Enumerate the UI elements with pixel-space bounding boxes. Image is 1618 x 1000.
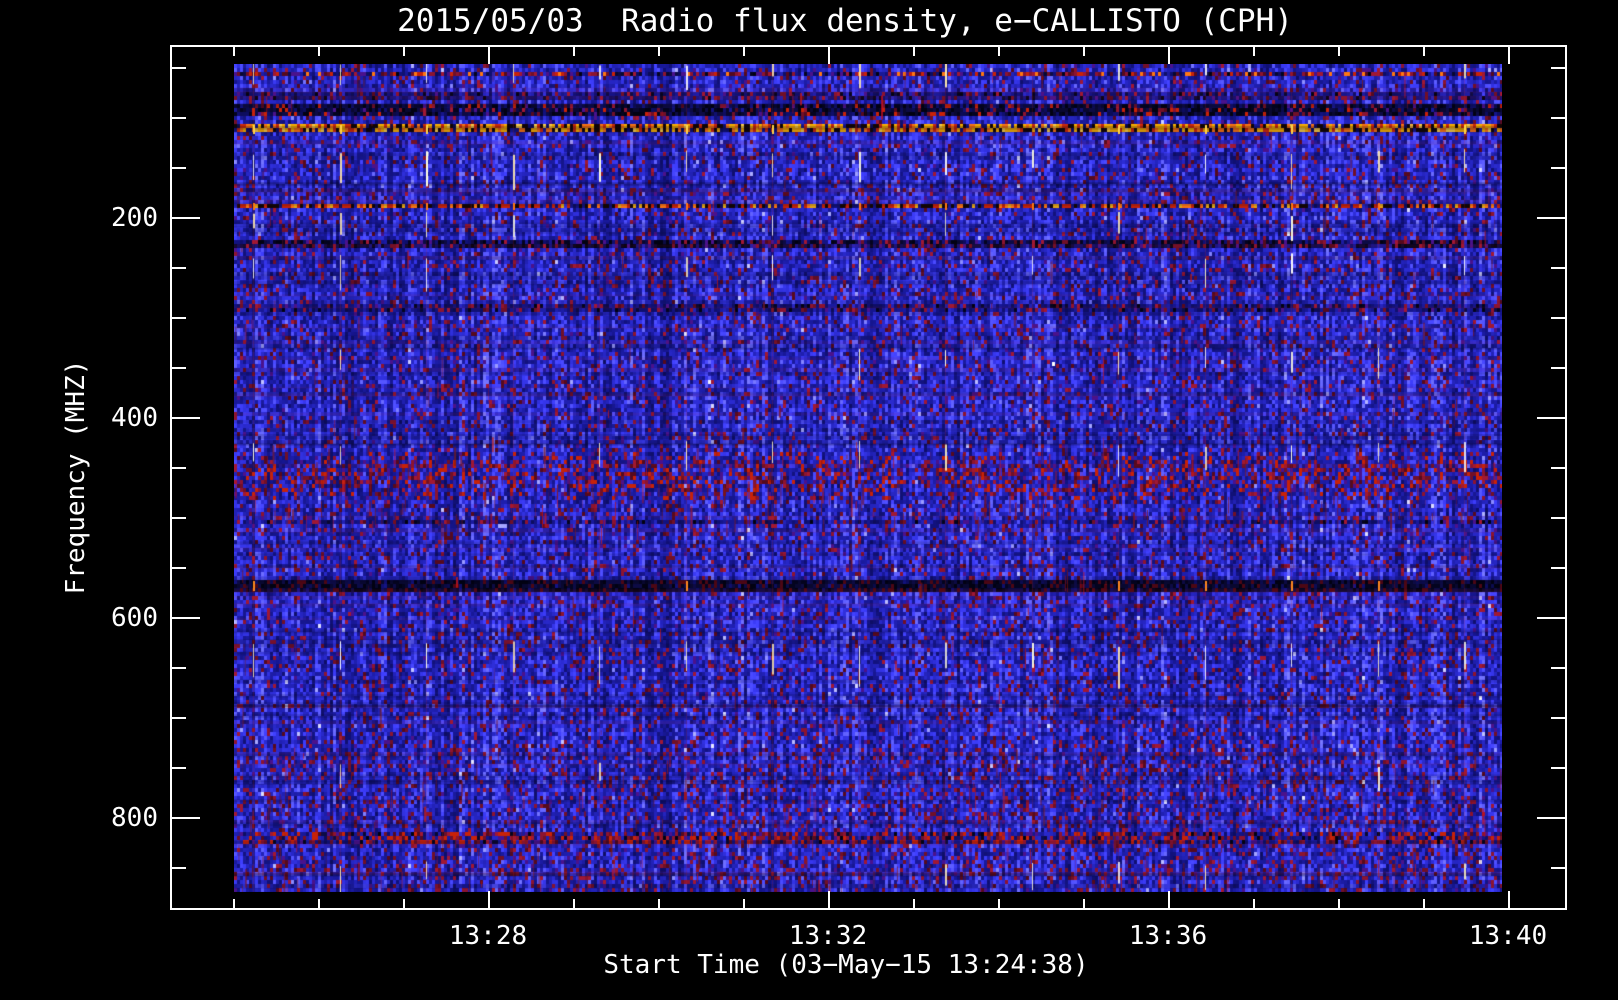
axis-tick — [1168, 47, 1170, 64]
axis-tick — [913, 899, 915, 908]
x-tick-label-1336: 13:36 — [1128, 921, 1208, 951]
axis-tick — [1551, 667, 1565, 669]
axis-tick — [172, 617, 200, 619]
axis-tick — [172, 167, 186, 169]
axis-tick — [403, 47, 405, 56]
axis-tick — [1551, 317, 1565, 319]
axis-tick — [1551, 367, 1565, 369]
axis-tick — [172, 567, 186, 569]
axis-tick — [318, 47, 320, 56]
axis-tick — [1551, 267, 1565, 269]
axis-tick — [488, 47, 490, 64]
axis-tick — [743, 899, 745, 908]
chart-title: 2015/05/03 Radio flux density, e−CALLIST… — [397, 3, 1293, 39]
axis-tick — [172, 667, 186, 669]
axis-tick — [1508, 47, 1510, 64]
axis-tick — [172, 517, 186, 519]
axis-tick — [1338, 899, 1340, 908]
axis-tick — [172, 67, 186, 69]
axis-tick — [1537, 417, 1565, 419]
axis-tick — [1338, 47, 1340, 56]
axis-tick — [1551, 467, 1565, 469]
axis-tick — [172, 317, 186, 319]
axis-tick — [488, 891, 490, 908]
axis-tick — [1423, 47, 1425, 56]
axis-tick — [172, 817, 200, 819]
axis-tick — [1551, 117, 1565, 119]
axis-tick — [1537, 617, 1565, 619]
axis-tick — [172, 467, 186, 469]
axis-tick — [1253, 47, 1255, 56]
spectrogram-page: 2015/05/03 Radio flux density, e−CALLIST… — [0, 0, 1618, 1000]
y-tick-label-200: 200 — [111, 203, 158, 233]
axis-tick — [1253, 899, 1255, 908]
axis-tick — [1551, 517, 1565, 519]
x-tick-label-1340: 13:40 — [1468, 921, 1548, 951]
axis-tick — [1083, 899, 1085, 908]
x-tick-label-1332: 13:32 — [788, 921, 868, 951]
axis-tick — [172, 867, 186, 869]
axis-tick — [1551, 767, 1565, 769]
axis-tick — [998, 47, 1000, 56]
y-tick-label-600: 600 — [111, 603, 158, 633]
axis-tick — [828, 47, 830, 64]
axis-tick — [172, 717, 186, 719]
axis-tick — [172, 367, 186, 369]
axis-tick — [1508, 891, 1510, 908]
axis-tick — [233, 47, 235, 56]
axis-tick — [172, 117, 186, 119]
axis-tick — [233, 899, 235, 908]
axis-tick — [403, 899, 405, 908]
axis-tick — [1551, 67, 1565, 69]
axis-tick — [1537, 817, 1565, 819]
axis-tick — [1551, 867, 1565, 869]
axis-tick — [1537, 217, 1565, 219]
plot-frame — [170, 45, 1567, 910]
axis-tick — [318, 899, 320, 908]
axis-tick — [1551, 567, 1565, 569]
axis-tick — [1083, 47, 1085, 56]
axis-tick — [1423, 899, 1425, 908]
axis-tick — [658, 899, 660, 908]
axis-tick — [573, 47, 575, 56]
axis-tick — [172, 767, 186, 769]
axis-tick — [1551, 167, 1565, 169]
x-axis-label: Start Time (03−May−15 13:24:38) — [603, 950, 1089, 980]
axis-tick — [913, 47, 915, 56]
axis-tick — [172, 267, 186, 269]
axis-tick — [1551, 717, 1565, 719]
y-tick-label-800: 800 — [111, 803, 158, 833]
axis-tick — [172, 217, 200, 219]
axis-tick — [998, 899, 1000, 908]
x-tick-label-1328: 13:28 — [448, 921, 528, 951]
axis-tick — [828, 891, 830, 908]
axis-tick — [743, 47, 745, 56]
axis-tick — [1168, 891, 1170, 908]
y-axis-label: Frequency (MHZ) — [61, 359, 91, 595]
axis-tick — [172, 417, 200, 419]
axis-tick — [573, 899, 575, 908]
axis-tick — [658, 47, 660, 56]
